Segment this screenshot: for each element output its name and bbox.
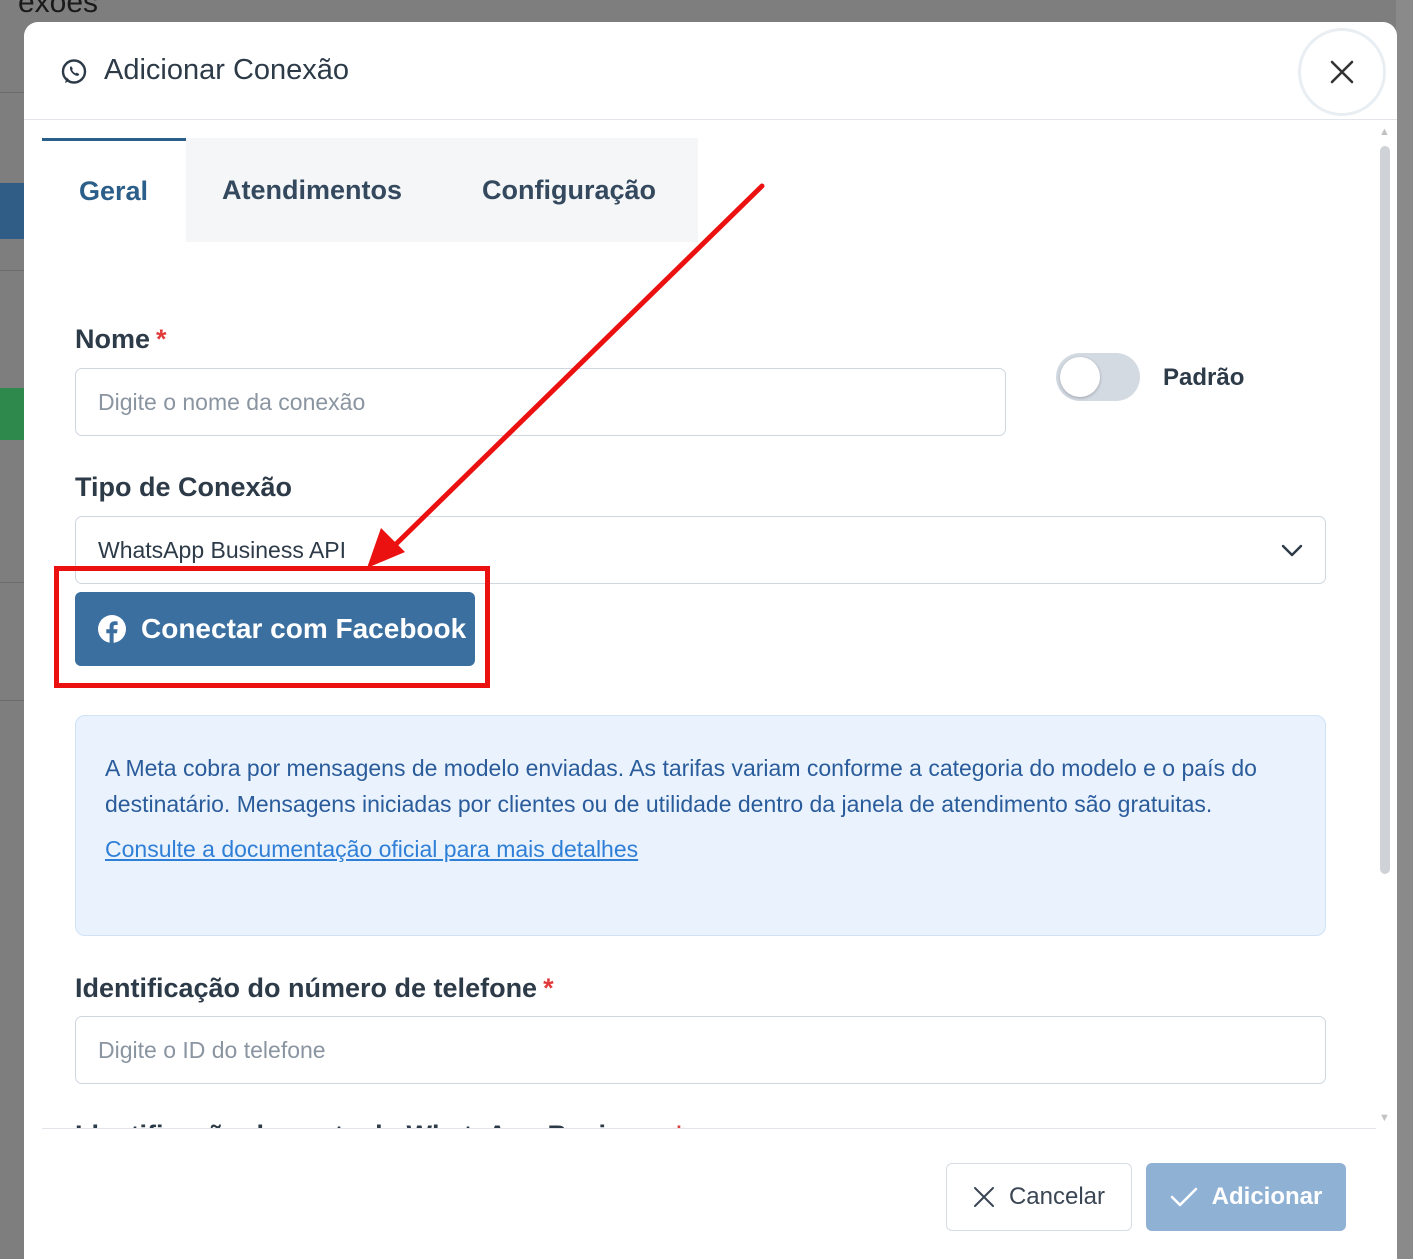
- dialog-footer: Cancelar Adicionar: [42, 1128, 1376, 1259]
- required-marker: *: [156, 324, 167, 354]
- dialog-title: Adicionar Conexão: [104, 54, 350, 86]
- cancel-button[interactable]: Cancelar: [946, 1163, 1132, 1231]
- toggle-knob: [1060, 357, 1100, 397]
- default-toggle[interactable]: [1056, 353, 1140, 401]
- tab-geral[interactable]: Geral: [42, 138, 186, 242]
- pricing-info-text: A Meta cobra por mensagens de modelo env…: [105, 755, 1257, 817]
- dialog-body: Nome * Digite o nome da conexão Padrão Ti…: [24, 242, 1397, 1128]
- connection-type-label: Tipo de Conexão: [75, 472, 293, 502]
- phone-id-label: Identificação do número de telefone *: [75, 973, 554, 1004]
- background-button: [0, 388, 24, 440]
- connection-type-value: WhatsApp Business API: [98, 536, 347, 563]
- background-page-title: exões: [18, 0, 99, 19]
- scroll-down-arrow-icon[interactable]: ▼: [1379, 1112, 1390, 1124]
- background-right-edge: [1396, 0, 1413, 1259]
- name-label-text: Nome: [75, 324, 151, 354]
- background-divider: [0, 92, 24, 93]
- scrollbar-thumb[interactable]: [1380, 146, 1390, 874]
- dialog-header: Adicionar Conexão: [24, 22, 1397, 120]
- background-button: [0, 183, 24, 239]
- background-divider: [0, 270, 24, 271]
- tab-bar: Geral Atendimentos Configuração: [42, 138, 698, 242]
- default-toggle-label: Padrão: [1163, 364, 1245, 391]
- connect-facebook-button[interactable]: Conectar com Facebook: [75, 592, 475, 666]
- required-marker: *: [543, 973, 554, 1003]
- whatsapp-icon: [61, 59, 87, 84]
- chevron-down-icon: [1281, 544, 1303, 557]
- required-marker: *: [674, 1120, 685, 1128]
- add-label: Adicionar: [1211, 1183, 1323, 1210]
- scroll-up-arrow-icon[interactable]: ▲: [1379, 126, 1390, 138]
- check-icon: [1170, 1187, 1197, 1207]
- phone-id-label-text: Identificação do número de telefone: [75, 973, 538, 1003]
- tab-atendimentos[interactable]: Atendimentos: [186, 138, 450, 242]
- facebook-icon: [98, 615, 126, 644]
- pricing-info-box: A Meta cobra por mensagens de modelo env…: [75, 715, 1326, 936]
- tab-configuracao[interactable]: Configuração: [450, 138, 698, 242]
- close-icon: [973, 1187, 994, 1207]
- name-input[interactable]: Digite o nome da conexão: [75, 368, 1006, 436]
- add-connection-dialog: Adicionar Conexão Geral Atendimentos Con…: [24, 22, 1397, 1259]
- waba-id-label-text: Identificação da conta do WhatsApp Busin…: [75, 1120, 668, 1128]
- close-icon: [1330, 60, 1354, 84]
- add-button[interactable]: Adicionar: [1146, 1163, 1346, 1231]
- name-label: Nome *: [75, 324, 167, 355]
- close-button[interactable]: [1298, 28, 1386, 116]
- cancel-label: Cancelar: [1008, 1183, 1106, 1210]
- phone-id-input[interactable]: Digite o ID do telefone: [75, 1016, 1326, 1084]
- background-divider: [0, 700, 24, 701]
- background-divider: [0, 582, 24, 583]
- connect-facebook-label: Conectar com Facebook: [141, 613, 467, 644]
- waba-id-label: Identificação da conta do WhatsApp Busin…: [75, 1120, 684, 1128]
- documentation-link[interactable]: Consulte a documentação oficial para mai…: [105, 836, 638, 863]
